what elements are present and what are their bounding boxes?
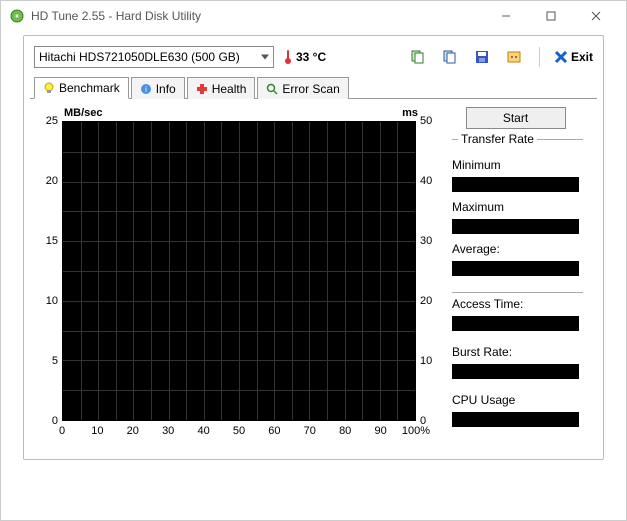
maximum-label: Maximum	[452, 200, 583, 214]
burst-rate-label: Burst Rate:	[452, 345, 583, 359]
transfer-rate-group: Transfer Rate	[452, 139, 583, 154]
results-panel: Start Transfer Rate Minimum Maximum Aver…	[448, 107, 583, 447]
health-icon	[196, 83, 208, 95]
drive-select-value: Hitachi HDS721050DLE630 (500 GB)	[39, 50, 240, 64]
maximum-value	[452, 219, 579, 234]
benchmark-chart: MB/sec ms	[32, 107, 440, 447]
exit-label: Exit	[571, 50, 593, 64]
burst-rate-value	[452, 364, 579, 379]
minimum-value	[452, 177, 579, 192]
thermometer-icon	[284, 49, 292, 65]
temperature-value: 33 °C	[296, 50, 326, 64]
y-right-axis-label: ms	[402, 107, 418, 119]
access-time-label: Access Time:	[452, 297, 583, 311]
start-button[interactable]: Start	[466, 107, 566, 129]
tab-benchmark[interactable]: Benchmark	[34, 77, 129, 99]
cpu-usage-label: CPU Usage	[452, 393, 583, 407]
copy-info-button[interactable]	[407, 46, 429, 68]
save-button[interactable]	[471, 46, 493, 68]
app-window: HD Tune 2.55 - Hard Disk Utility Hitachi…	[0, 0, 627, 521]
toolbar: Hitachi HDS721050DLE630 (500 GB) 33 °C	[24, 36, 603, 76]
tab-health[interactable]: Health	[187, 77, 256, 99]
minimum-label: Minimum	[452, 158, 583, 172]
y-left-axis-label: MB/sec	[64, 107, 103, 119]
titlebar: HD Tune 2.55 - Hard Disk Utility	[1, 1, 626, 31]
options-button[interactable]	[503, 46, 525, 68]
temperature-readout: 33 °C	[284, 49, 326, 65]
exit-button[interactable]: Exit	[554, 50, 593, 64]
average-label: Average:	[452, 242, 583, 256]
toolbar-separator	[539, 47, 540, 67]
copy-screenshot-button[interactable]	[439, 46, 461, 68]
svg-text:i: i	[145, 85, 147, 94]
drive-select[interactable]: Hitachi HDS721050DLE630 (500 GB)	[34, 46, 274, 68]
average-value	[452, 261, 579, 276]
minimize-button[interactable]	[483, 2, 528, 30]
tab-info[interactable]: i Info	[131, 77, 185, 99]
bulb-icon	[43, 82, 55, 94]
tab-error-scan[interactable]: Error Scan	[257, 77, 348, 99]
chevron-down-icon	[261, 55, 269, 60]
chart-plot-area	[62, 121, 416, 421]
info-icon: i	[140, 83, 152, 95]
app-icon	[9, 8, 25, 24]
close-icon	[554, 50, 568, 64]
tab-content: MB/sec ms	[24, 99, 603, 459]
main-panel: Hitachi HDS721050DLE630 (500 GB) 33 °C	[23, 35, 604, 460]
maximize-button[interactable]	[528, 2, 573, 30]
cpu-usage-value	[452, 412, 579, 427]
window-title: HD Tune 2.55 - Hard Disk Utility	[31, 9, 483, 23]
search-icon	[266, 83, 278, 95]
tab-bar: Benchmark i Info Health Error Scan	[30, 76, 597, 99]
access-time-value	[452, 316, 579, 331]
close-button[interactable]	[573, 2, 618, 30]
